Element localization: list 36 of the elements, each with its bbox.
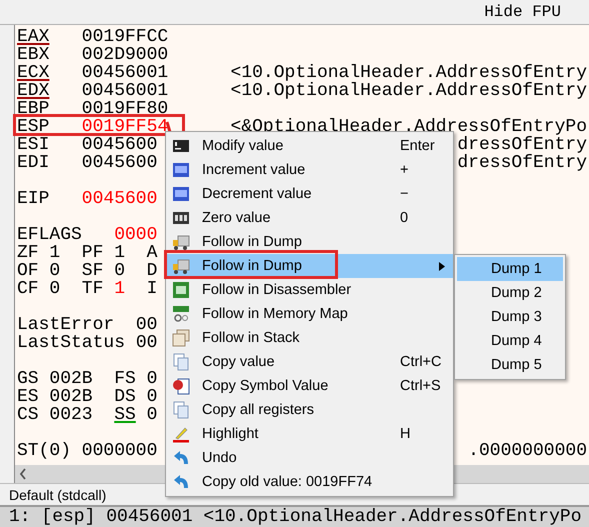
register-name: ST(0): [17, 442, 72, 460]
register-name: LastStatus: [17, 334, 126, 352]
register-comment: dressOfEntry: [457, 154, 588, 172]
register-name: ESI: [17, 136, 50, 154]
register-comment: <10.OptionalHeader.AddressOfEntry: [230, 64, 588, 82]
register-name: EIP: [17, 190, 50, 208]
register-name: EBP: [17, 100, 50, 118]
segment-name: SS: [114, 406, 136, 424]
calling-convention-label: Default (stdcall): [9, 486, 106, 502]
flag-name: CF: [17, 280, 39, 298]
register-name: EDX: [17, 82, 50, 100]
register-name: EAX: [17, 28, 50, 46]
register-name: ECX: [17, 64, 50, 82]
segment-name: ES: [17, 388, 39, 406]
register-name: LastError: [17, 316, 116, 334]
segment-name: DS: [114, 388, 136, 406]
flag-name: D: [146, 262, 158, 280]
segment-name: CS: [17, 406, 39, 424]
register-name: ESP: [17, 118, 50, 136]
register-name: EBX: [17, 46, 50, 64]
flag-name: ZF: [17, 244, 39, 262]
flag-name: SF: [82, 262, 104, 280]
segment-name: FS: [114, 370, 136, 388]
flag-name: PF: [82, 244, 104, 262]
register-comment: dressOfEntry: [457, 136, 588, 154]
flag-name: TF: [82, 280, 104, 298]
register-name: EFLAGS: [17, 226, 83, 244]
stack-argument: 1: [esp] 00456001 <10.OptionalHeader.AddressOfEntryPo: [9, 507, 582, 527]
flag-name: OF: [17, 262, 39, 280]
register-comment: .0000000000: [468, 442, 588, 460]
register-comment: <10.OptionalHeader.AddressOfEntry: [230, 82, 588, 100]
segment-name: GS: [17, 370, 39, 388]
flag-name: A: [146, 244, 158, 262]
register-comment: <&OptionalHeader.AddressOfEntryPo: [230, 118, 588, 136]
register-name: EDI: [17, 154, 50, 172]
flag-name: I: [146, 280, 158, 298]
